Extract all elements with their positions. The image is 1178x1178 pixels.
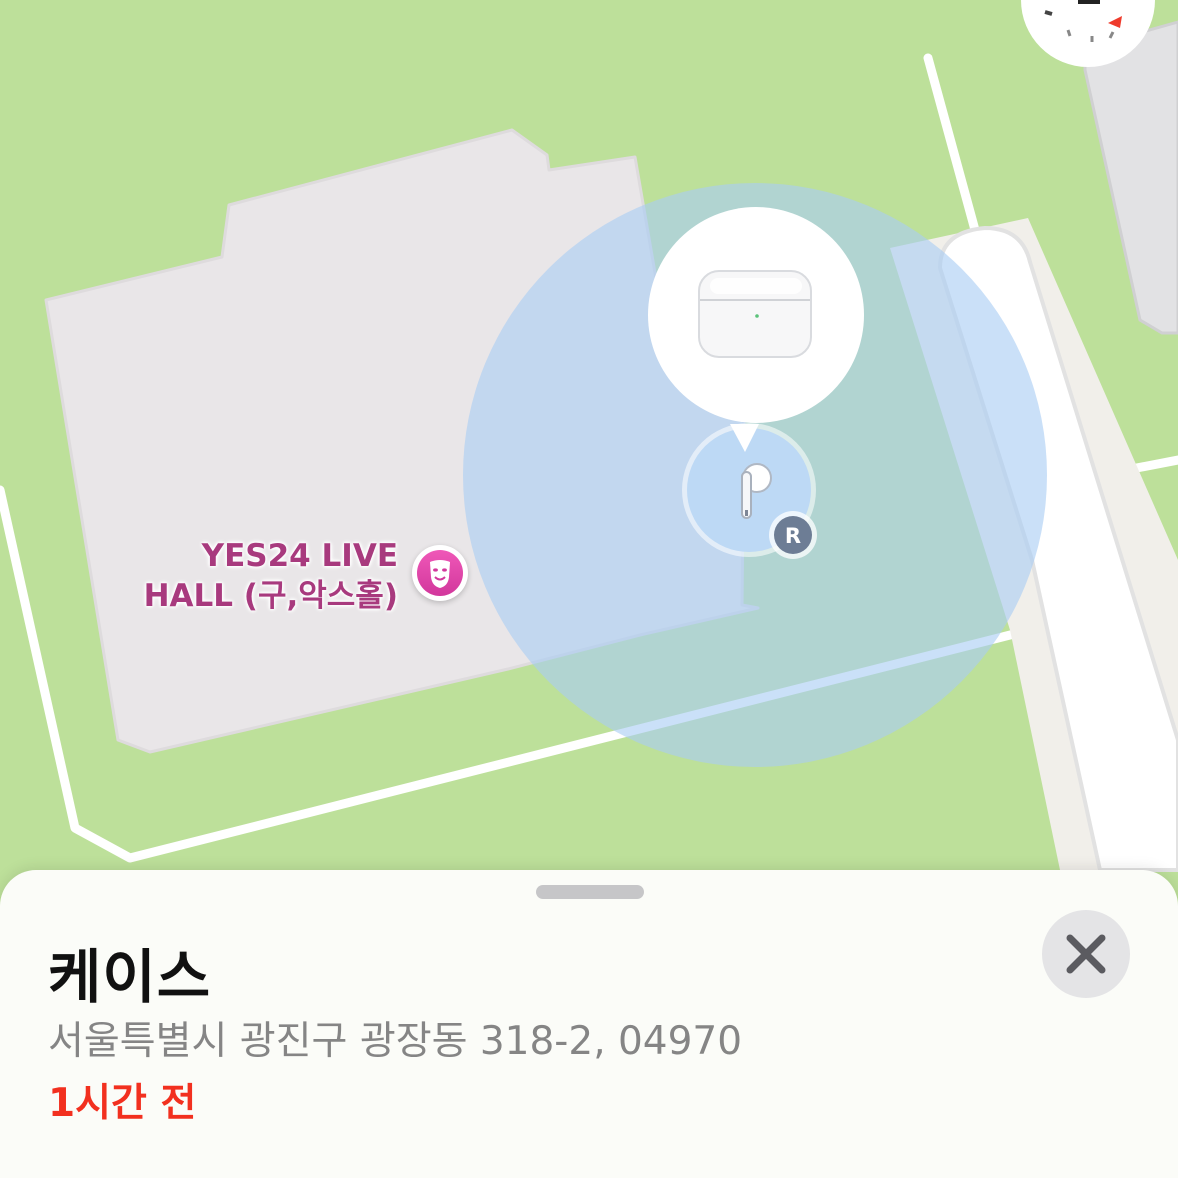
poi-marker[interactable] [412,545,468,601]
airpods-case-icon [698,270,812,358]
item-address: 서울특별시 광진구 광장동 318-2, 04970 [48,1019,743,1064]
badge-label: R [785,524,801,548]
close-button[interactable] [1042,910,1130,998]
item-title: 케이스 [48,943,212,1011]
poi-name-line2: HALL (구,악스홀) [143,578,398,614]
close-icon [1066,934,1106,974]
sheet-grabber[interactable] [536,885,644,899]
badge: R [769,511,817,559]
bottom-sheet[interactable]: 케이스 서울특별시 광진구 광장동 318-2, 04970 1시간 전 [0,870,1178,1178]
poi-name-line1: YES24 LIVE [201,538,398,574]
theater-masks-icon [417,550,463,596]
last-seen-time: 1시간 전 [48,1081,197,1126]
poi-label[interactable]: YES24 LIVE HALL (구,악스홀) [144,536,398,616]
